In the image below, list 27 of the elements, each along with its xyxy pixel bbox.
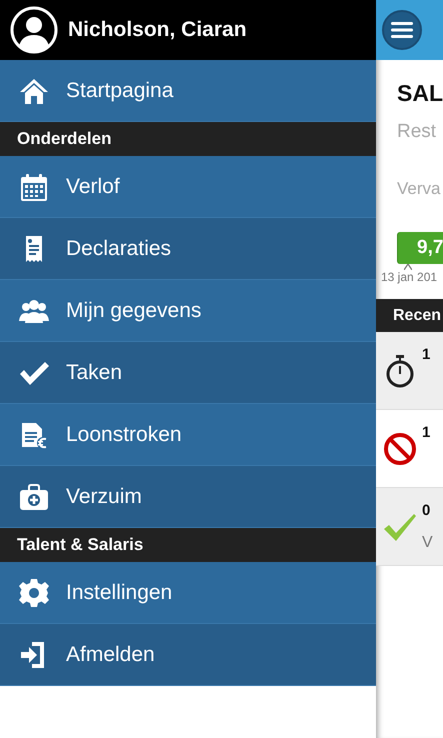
menu-button[interactable] xyxy=(382,10,422,50)
list-item[interactable]: 1 xyxy=(376,410,443,488)
menu-item[interactable]: Verlof xyxy=(0,156,376,218)
settings-icon xyxy=(18,576,50,608)
menu-item[interactable]: Afmelden xyxy=(0,624,376,686)
section-header: Recen xyxy=(376,299,443,332)
section-header: Talent & Salaris xyxy=(0,528,376,562)
menu-item[interactable]: Instellingen xyxy=(0,562,376,624)
page-title: SAL xyxy=(397,80,443,107)
label-text: Verva xyxy=(397,179,442,199)
menu-item[interactable]: Taken xyxy=(0,342,376,404)
menu-item[interactable]: Mijn gegevens xyxy=(0,280,376,342)
list-item[interactable]: 1 xyxy=(376,332,443,410)
date-text: 13 jan 201 xyxy=(381,270,438,284)
section-header: Onderdelen xyxy=(0,122,376,156)
menu-item[interactable]: Declaraties xyxy=(0,218,376,280)
menu-icon xyxy=(391,21,413,39)
prohibited-icon xyxy=(383,432,417,466)
avatar-icon xyxy=(10,6,58,54)
menu-item[interactable]: Loonstroken xyxy=(0,404,376,466)
list-item[interactable]: 0 V xyxy=(376,488,443,566)
user-name: Nicholson, Ciaran xyxy=(68,18,247,42)
label-text: Rest xyxy=(397,121,438,143)
menu-item[interactable]: Verzuim xyxy=(0,466,376,528)
balance-badge: 9,7 xyxy=(397,232,443,264)
caret-icon xyxy=(404,264,412,270)
menu-item[interactable]: Startpagina xyxy=(0,60,376,122)
